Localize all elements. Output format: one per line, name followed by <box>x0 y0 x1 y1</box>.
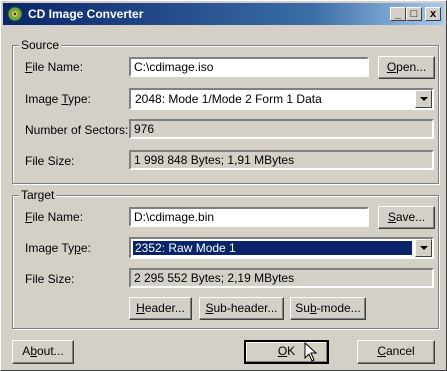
source-file-size-value: 1 998 848 Bytes; 1,91 MBytes <box>129 150 434 170</box>
source-file-name-label: File Name: <box>25 60 84 74</box>
cancel-button[interactable]: Cancel <box>357 340 435 364</box>
source-file-name-input[interactable]: C:\cdimage.iso <box>129 57 369 77</box>
minimize-icon: _ <box>394 8 402 20</box>
source-group-legend: Source <box>19 38 62 52</box>
sectors-label: Number of Sectors: <box>25 123 129 137</box>
target-group-legend: Target <box>19 188 57 202</box>
title-bar[interactable]: CD Image Converter _ □ x <box>3 3 444 25</box>
minimize-button[interactable]: _ <box>390 7 406 21</box>
source-image-type-select[interactable]: 2048: Mode 1/Mode 2 Form 1 Data <box>129 88 434 110</box>
header-button[interactable]: Header... <box>129 297 192 320</box>
target-file-name-input[interactable]: D:\cdimage.bin <box>129 207 369 227</box>
window-title: CD Image Converter <box>28 7 144 21</box>
target-file-size-label: File Size: <box>25 272 75 286</box>
open-button[interactable]: Open... <box>378 56 435 79</box>
sub-header-button[interactable]: Sub-header... <box>199 297 284 320</box>
target-image-type-label: Image Type: <box>25 241 91 255</box>
close-button[interactable]: x <box>425 7 441 21</box>
mouse-pointer-icon <box>304 342 318 362</box>
target-file-size-value: 2 295 552 Bytes; 2,19 MBytes <box>129 268 434 288</box>
sectors-value: 976 <box>129 119 434 139</box>
target-image-type-dropdown[interactable] <box>415 239 432 257</box>
source-image-type-dropdown[interactable] <box>415 90 432 108</box>
about-button[interactable]: About... <box>12 340 74 364</box>
source-file-size-label: File Size: <box>25 154 75 168</box>
sub-mode-button[interactable]: Sub-mode... <box>290 297 366 320</box>
cd-converter-app-icon <box>7 6 23 22</box>
target-file-name-label: File Name: <box>25 210 84 224</box>
chevron-down-icon <box>420 97 428 101</box>
source-image-type-label: Image Type: <box>25 92 91 106</box>
save-button[interactable]: Save... <box>378 206 435 229</box>
close-icon: x <box>429 8 437 20</box>
target-image-type-value: 2352: Raw Mode 1 <box>133 241 412 255</box>
chevron-down-icon <box>420 246 428 250</box>
maximize-icon: □ <box>410 8 418 20</box>
target-image-type-select[interactable]: 2352: Raw Mode 1 <box>129 237 434 259</box>
maximize-button[interactable]: □ <box>406 7 422 21</box>
source-image-type-value: 2048: Mode 1/Mode 2 Form 1 Data <box>135 92 322 106</box>
dialog-window: CD Image Converter _ □ x Source File Nam… <box>0 0 447 371</box>
